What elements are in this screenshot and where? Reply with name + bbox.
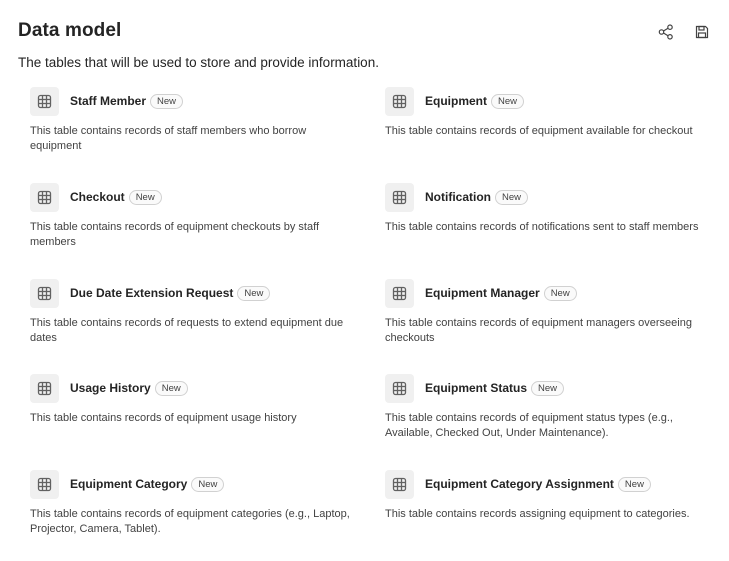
table-description: This table contains records of equipment…: [385, 125, 693, 137]
table-card[interactable]: Equipment Status New This table contains r…: [385, 373, 715, 440]
new-badge: New: [237, 285, 271, 301]
table-grid-icon: [37, 477, 52, 491]
table-name: Equipment Category: [70, 477, 188, 491]
table-grid-icon: [392, 477, 407, 491]
new-badge: New: [154, 380, 188, 396]
new-badge: New: [531, 380, 565, 396]
table-card-header[interactable]: Checkout New: [30, 182, 360, 212]
table-name: Equipment Status: [425, 381, 528, 395]
page-title: Data model: [18, 20, 122, 41]
table-card[interactable]: Notification New This table contains recor…: [385, 182, 715, 235]
table-tile: [30, 278, 59, 308]
share-diagram-button[interactable]: [655, 21, 677, 43]
new-badge: New: [491, 93, 525, 109]
table-tile: [30, 86, 59, 116]
table-card[interactable]: Due Date Extension Request New This table …: [30, 278, 360, 345]
new-badge: New: [495, 189, 529, 205]
table-description: This table contains records of notificat…: [385, 221, 699, 233]
table-description: This table contains records of staff mem…: [30, 125, 307, 152]
table-grid-icon: [392, 286, 407, 300]
table-tile: [30, 373, 59, 403]
table-tile: [385, 86, 414, 116]
toolbar: [655, 21, 713, 43]
table-name: Usage History: [70, 381, 151, 395]
table-tile: [385, 373, 414, 403]
table-name: Notification: [425, 190, 491, 204]
table-card-header[interactable]: Equipment Manager New: [385, 278, 715, 308]
table-card-header[interactable]: Usage History New: [30, 373, 360, 403]
page-subtitle: The tables that will be used to store an…: [18, 55, 379, 70]
table-description: This table contains records of requests …: [30, 317, 344, 344]
new-badge: New: [191, 476, 225, 492]
table-tile: [385, 469, 414, 499]
table-name: Equipment: [425, 94, 487, 108]
table-card-header[interactable]: Equipment New: [385, 86, 715, 116]
table-tile: [30, 182, 59, 212]
share-diagram-icon: [658, 24, 673, 40]
table-name: Equipment Manager: [425, 286, 540, 300]
new-badge: New: [617, 476, 651, 492]
table-card[interactable]: Usage History New This table contains reco…: [30, 373, 360, 426]
table-description: This table contains records of equipment…: [30, 221, 320, 248]
table-grid-icon: [37, 381, 52, 395]
table-card-header[interactable]: Due Date Extension Request New: [30, 278, 360, 308]
table-tile: [30, 469, 59, 499]
table-description: This table contains records of equipment…: [30, 412, 297, 424]
table-tile: [385, 182, 414, 212]
table-grid-icon: [37, 94, 52, 108]
table-grid-icon: [37, 190, 52, 204]
table-card[interactable]: Equipment Category New This table contains…: [30, 469, 360, 536]
table-tile: [385, 278, 414, 308]
new-badge: New: [150, 93, 184, 109]
new-badge: New: [543, 285, 577, 301]
table-grid-icon: [392, 381, 407, 395]
page-header: Data model: [18, 20, 713, 42]
table-grid-icon: [392, 190, 407, 204]
new-badge: New: [128, 189, 162, 205]
table-card[interactable]: Equipment Manager New This table contains …: [385, 278, 715, 345]
table-name: Due Date Extension Request: [70, 286, 234, 300]
table-name: Staff Member: [70, 94, 147, 108]
table-card-header[interactable]: Notification New: [385, 182, 715, 212]
table-description: This table contains records assigning eq…: [385, 508, 690, 520]
table-card-header[interactable]: Equipment Category New: [30, 469, 360, 499]
table-card[interactable]: Checkout New This table contains records o…: [30, 182, 360, 249]
table-card-header[interactable]: Equipment Category Assignment New: [385, 469, 715, 499]
table-description: This table contains records of equipment…: [385, 317, 692, 344]
save-icon: [695, 25, 709, 39]
table-card[interactable]: Equipment New This table contains records …: [385, 86, 715, 139]
table-card-header[interactable]: Staff Member New: [30, 86, 360, 116]
table-card[interactable]: Equipment Category Assignment New This tab…: [385, 469, 715, 522]
save-button[interactable]: [691, 21, 713, 43]
table-grid-icon: [392, 94, 407, 108]
table-card[interactable]: Staff Member New This table contains recor…: [30, 86, 360, 153]
table-card-header[interactable]: Equipment Status New: [385, 373, 715, 403]
table-name: Checkout: [70, 190, 125, 204]
table-description: This table contains records of equipment…: [30, 508, 350, 535]
table-grid-icon: [37, 286, 52, 300]
table-description: This table contains records of equipment…: [385, 412, 673, 439]
table-name: Equipment Category Assignment: [425, 477, 614, 491]
